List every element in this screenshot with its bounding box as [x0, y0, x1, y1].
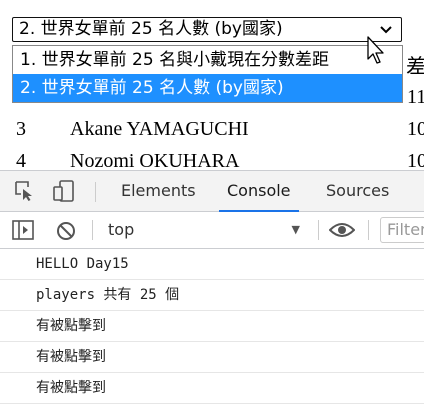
toolbar-divider — [95, 182, 96, 202]
console-toolbar: top ▼ Filter — [0, 212, 424, 249]
mouse-cursor-icon — [366, 36, 386, 66]
console-message: 有被點擊到 — [0, 342, 424, 373]
tab-console[interactable]: Console — [219, 171, 298, 212]
column-header: 差 — [406, 54, 424, 78]
sidebar-toggle-icon[interactable] — [12, 220, 34, 240]
value-cell: 10 — [407, 118, 424, 140]
caret-down-icon: ▼ — [291, 223, 300, 236]
select-dropdown: 1. 世界女單前 25 名與小戴現在分數差距 2. 世界女單前 25 名人數 (… — [12, 45, 403, 103]
rank-cell: 4 — [16, 150, 26, 170]
clear-console-icon[interactable] — [55, 220, 77, 242]
filter-input[interactable]: Filter — [380, 217, 424, 243]
value-cell: 10 — [407, 150, 424, 170]
toolbar-divider — [318, 220, 319, 240]
web-page: 2. 世界女單前 25 名人數 (by國家) 差 2 CHEN Yu Fei 1… — [0, 0, 424, 170]
devtools-tabbar: Elements Console Sources — [0, 171, 424, 212]
tab-elements[interactable]: Elements — [121, 171, 196, 211]
select-option-2[interactable]: 2. 世界女單前 25 名人數 (by國家) — [13, 74, 402, 102]
select-option-1[interactable]: 1. 世界女單前 25 名與小戴現在分數差距 — [13, 46, 402, 74]
tab-sources[interactable]: Sources — [326, 171, 389, 211]
device-toolbar-icon[interactable] — [52, 179, 76, 203]
value-cell: 11 — [407, 86, 424, 108]
chart-select[interactable]: 2. 世界女單前 25 名人數 (by國家) — [12, 17, 402, 42]
console-message: 有被點擊到 — [0, 373, 424, 404]
name-cell: Akane YAMAGUCHI — [70, 118, 249, 140]
table-row: 3 Akane YAMAGUCHI 10 — [0, 118, 424, 148]
context-selector-value: top — [108, 220, 135, 239]
console-message: players 共有 25 個 — [0, 280, 424, 311]
table-row: 4 Nozomi OKUHARA 10 — [0, 150, 424, 170]
toolbar-divider — [368, 220, 369, 240]
devtools-panel: Elements Console Sources top ▼ Filter HE… — [0, 170, 424, 411]
rank-cell: 3 — [16, 118, 26, 140]
filter-placeholder: Filter — [387, 220, 424, 239]
eye-icon[interactable] — [329, 221, 355, 239]
console-messages: HELLO Day15 players 共有 25 個 有被點擊到 有被點擊到 … — [0, 249, 424, 404]
console-message: 有被點擊到 — [0, 311, 424, 342]
name-cell: Nozomi OKUHARA — [70, 150, 240, 170]
context-selector[interactable]: top ▼ — [100, 218, 308, 242]
toolbar-divider — [92, 220, 93, 240]
inspect-element-icon[interactable] — [14, 180, 36, 202]
chart-select-value: 2. 世界女單前 25 名人數 (by國家) — [19, 19, 283, 39]
console-message: HELLO Day15 — [0, 249, 424, 280]
